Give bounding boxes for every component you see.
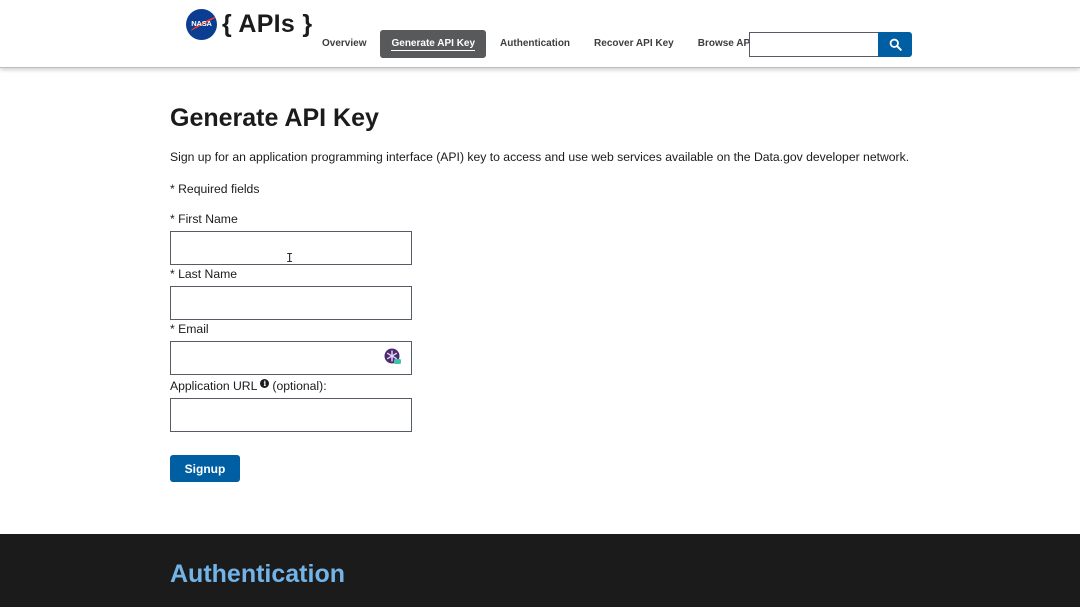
nasa-logo-icon: NASA — [186, 9, 217, 40]
last-name-field[interactable] — [170, 286, 412, 320]
nav-overview[interactable]: Overview — [310, 30, 378, 58]
page-title: Generate API Key — [170, 104, 379, 132]
app-url-label: Application URL i (optional): — [170, 378, 327, 393]
email-field[interactable] — [170, 341, 412, 375]
required-fields-note: * Required fields — [170, 182, 260, 196]
nav-generate-api-key-label: Generate API Key — [391, 38, 476, 51]
nasa-logo-text: NASA — [191, 19, 212, 28]
search-input[interactable] — [749, 32, 878, 57]
app-url-label-text: Application URL — [170, 379, 258, 393]
authentication-section: Authentication — [0, 534, 1080, 607]
first-name-label: * First Name — [170, 212, 238, 226]
nav-generate-api-key[interactable]: Generate API Key — [380, 30, 487, 58]
site-logo[interactable]: NASA { APIs } — [186, 9, 312, 40]
app-url-optional-text: (optional): — [272, 379, 327, 393]
intro-text: Sign up for an application programming i… — [170, 150, 910, 164]
search-form — [749, 32, 912, 57]
search-button[interactable] — [878, 32, 912, 57]
main-nav: Overview Generate API Key Authentication… — [310, 30, 770, 58]
nav-authentication[interactable]: Authentication — [488, 30, 582, 58]
info-icon[interactable]: i — [260, 378, 270, 388]
search-icon — [889, 38, 902, 51]
first-name-field[interactable]: I — [170, 231, 412, 265]
authentication-heading: Authentication — [170, 560, 345, 588]
site-header: NASA { APIs } Overview Generate API Key … — [0, 0, 1080, 68]
text-cursor-icon: I — [286, 251, 294, 265]
nav-recover-api-key[interactable]: Recover API Key — [582, 30, 686, 58]
signup-button[interactable]: Signup — [170, 455, 240, 482]
app-url-field[interactable] — [170, 398, 412, 432]
password-manager-icon[interactable] — [384, 348, 402, 366]
logo-text: { APIs } — [222, 10, 313, 38]
email-label: * Email — [170, 322, 209, 336]
last-name-label: * Last Name — [170, 267, 238, 281]
